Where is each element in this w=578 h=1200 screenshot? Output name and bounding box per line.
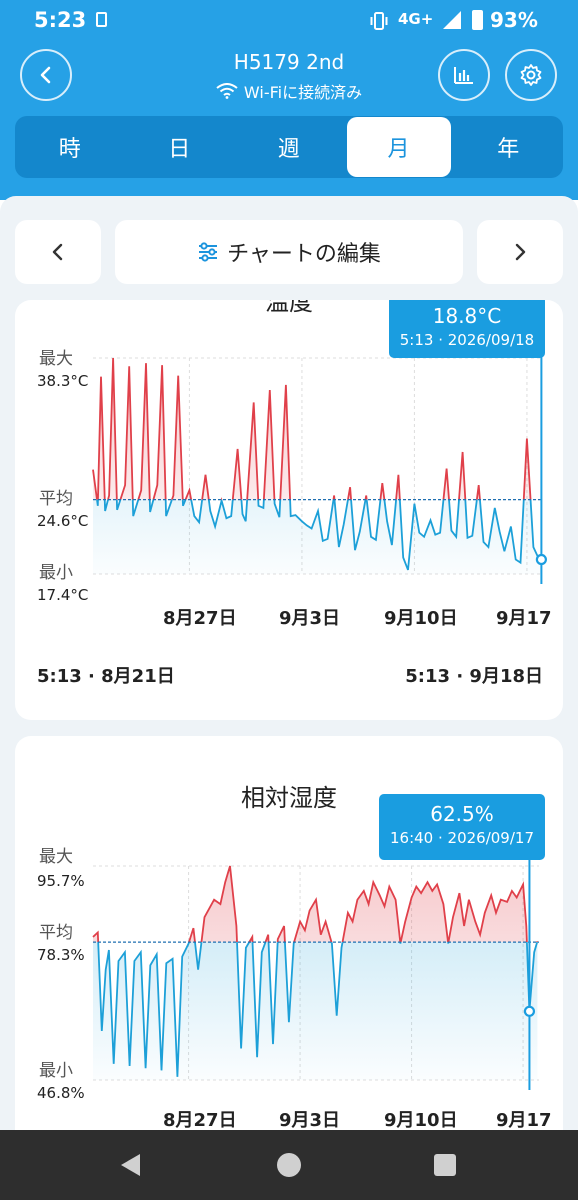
signal-icon [443,11,461,29]
chevron-left-icon [52,243,63,261]
back-nav-icon[interactable] [118,1152,144,1178]
tab-year[interactable]: 年 [454,116,564,178]
y-min-value: 46.8% [37,1084,85,1102]
temperature-chart-card: 温度 最大 38.3°C 平均 24.6°C 最小 17.4°C 8月27日 9… [15,300,563,720]
x-tick: 9月17 [496,1110,552,1130]
tooltip-time: 16:40 · 2026/09/17 [390,829,534,847]
period-tabs: 時 日 週 月 年 [15,116,563,178]
connection-label: Wi-Fiに接続済み [243,83,363,102]
value-tooltip: 62.5% 16:40 · 2026/09/17 [379,794,545,860]
app-header: 5:23 4G+ 93% H5179 2nd Wi-Fiに接続済み 時 日 週 … [0,0,578,200]
edit-chart-button[interactable]: チャートの編集 [115,220,463,284]
sim-card-icon [96,12,107,27]
tab-week[interactable]: 週 [234,116,344,178]
chevron-right-icon [515,243,526,261]
tab-hour[interactable]: 時 [15,116,125,178]
area-fill-below-avg [93,942,538,1080]
sliders-icon [199,242,218,262]
y-avg-caption: 平均 [39,489,73,509]
tab-day[interactable]: 日 [125,116,235,178]
battery-icon [472,10,483,30]
cursor-point [535,553,547,566]
y-max-caption: 最大 [39,349,73,369]
cursor-point [523,1005,536,1017]
prev-period-button[interactable] [15,220,101,284]
y-max-value: 38.3°C [37,372,89,390]
y-avg-caption: 平均 [39,923,73,943]
network-type: 4G+ [398,10,434,28]
system-nav-bar [0,1130,578,1200]
humidity-chart-card: 相対湿度 最大 95.7% 平均 78.3% 最小 46.8% 8月27日 9月… [15,736,563,1130]
y-avg-value: 78.3% [37,946,85,964]
x-tick: 8月27日 [163,1110,237,1130]
x-tick: 9月17 [496,608,552,629]
tooltip-value: 18.8°C [432,304,502,328]
status-time: 5:23 [34,8,87,32]
y-avg-value: 24.6°C [37,512,89,530]
x-tick: 9月10日 [384,608,458,629]
recents-nav-icon[interactable] [434,1154,456,1176]
y-min-caption: 最小 [39,563,73,583]
y-min-value: 17.4°C [37,586,89,604]
tooltip-time: 5:13 · 2026/09/18 [399,331,535,349]
device-name: H5179 2nd [233,50,345,74]
settings-button[interactable] [505,49,557,101]
tab-month[interactable]: 月 [346,117,451,177]
gear-icon [520,64,542,86]
bar-chart-icon [454,67,473,84]
wifi-icon [216,83,238,99]
x-tick: 9月3日 [279,608,341,629]
x-tick: 9月10日 [384,1110,458,1130]
range-start: 5:13 · 8月21日 [37,666,175,687]
y-max-caption: 最大 [39,847,73,867]
battery-percent: 93% [490,8,538,32]
chart-view-button[interactable] [438,49,490,101]
tooltip-value: 62.5% [430,802,494,826]
x-tick: 8月27日 [163,608,237,629]
x-tick: 9月3日 [279,1110,341,1130]
y-min-caption: 最小 [39,1061,73,1081]
range-end: 5:13 · 9月18日 [405,666,543,687]
chart-content: チャートの編集 温度 最大 38.3°C 平均 24.6°C 最小 17.4°C… [0,196,578,1130]
connection-status: Wi-Fiに接続済み [0,79,578,103]
home-nav-icon[interactable] [276,1152,302,1178]
status-bar: 5:23 4G+ 93% [0,0,578,44]
edit-chart-label: チャートの編集 [227,242,381,267]
value-tooltip: 18.8°C 5:13 · 2026/09/18 [389,300,545,358]
vibrate-icon [370,12,388,30]
next-period-button[interactable] [477,220,563,284]
y-max-value: 95.7% [37,872,85,890]
